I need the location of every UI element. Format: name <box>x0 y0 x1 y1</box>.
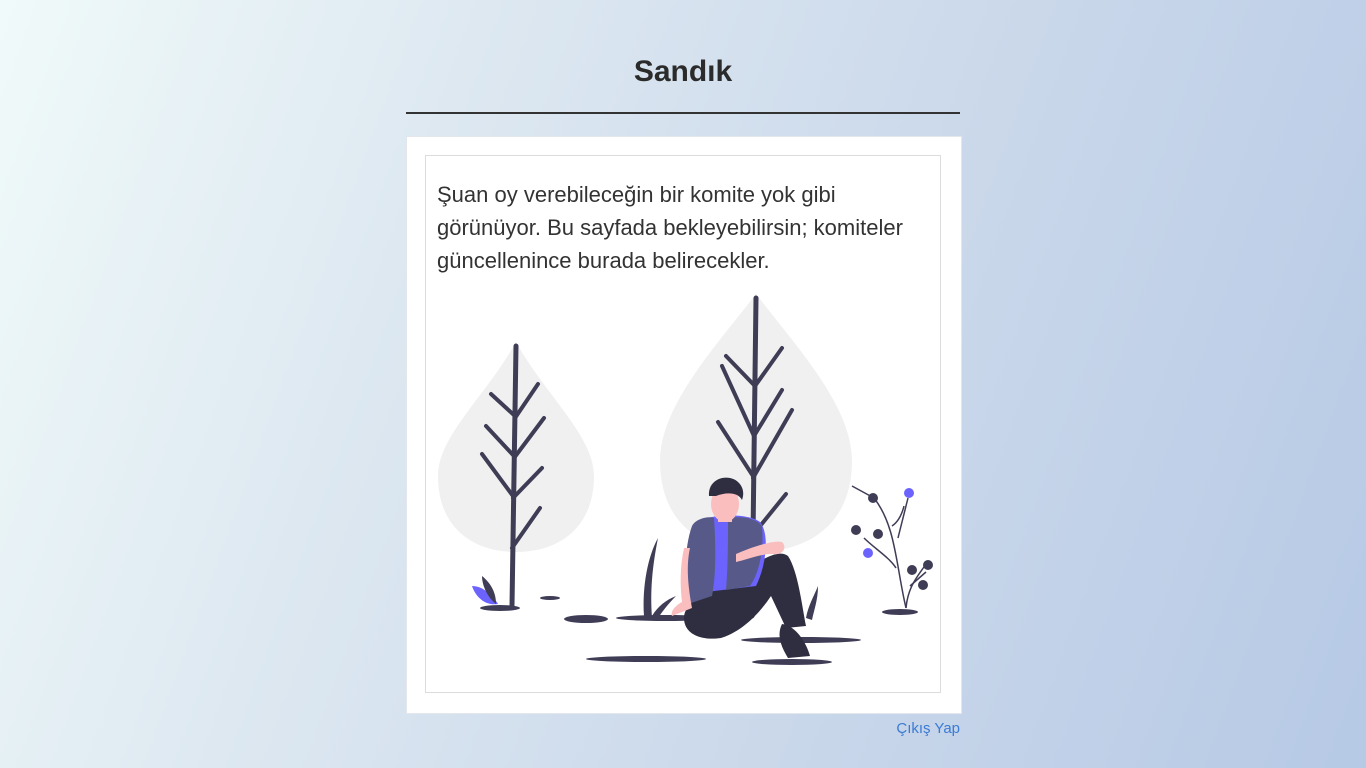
empty-state-message: Şuan oy verebileceğin bir komite yok gib… <box>437 182 903 273</box>
empty-state-panel: Şuan oy verebileceğin bir komite yok gib… <box>425 155 941 693</box>
title-divider <box>406 112 960 114</box>
empty-state-card: Şuan oy verebileceğin bir komite yok gib… <box>406 136 962 714</box>
logout-link[interactable]: Çıkış Yap <box>896 720 960 737</box>
waiting-illustration <box>438 294 933 665</box>
right-plant <box>851 485 927 609</box>
main-container: Sandık Şuan oy verebileceğin bir komite … <box>406 0 962 737</box>
page-title: Sandık <box>633 55 733 88</box>
